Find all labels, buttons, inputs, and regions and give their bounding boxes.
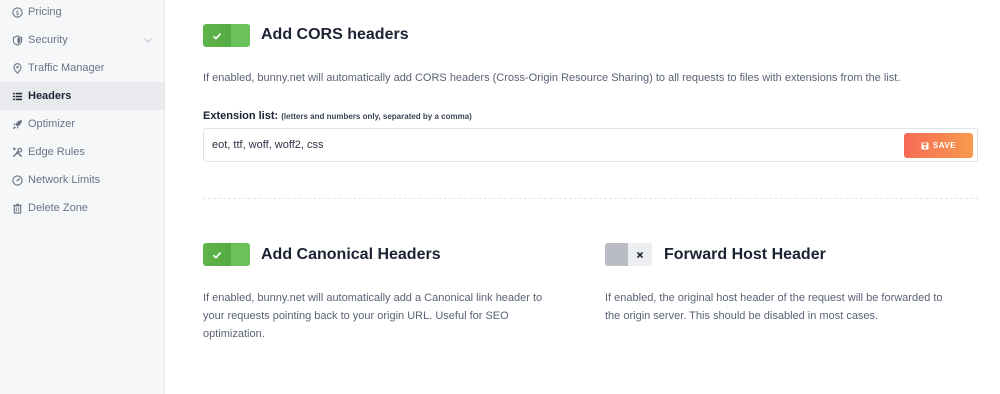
checkmark-icon [203, 243, 231, 266]
sidebar-item-security[interactable]: Security [0, 26, 164, 54]
extension-list-input[interactable] [212, 129, 892, 161]
rocket-icon [11, 118, 23, 130]
forward-host-description-line: the origin server. This should be disabl… [605, 310, 879, 322]
tools-icon [11, 146, 23, 158]
forward-host-description-line: If enabled, the original host header of … [605, 292, 943, 304]
chevron-down-icon[interactable] [143, 35, 153, 45]
list-icon [11, 90, 23, 102]
sidebar-item-label: Pricing [28, 6, 62, 18]
section-divider [203, 198, 978, 199]
sidebar-item-label: Headers [28, 90, 72, 102]
cors-description: If enabled, bunny.net will automatically… [203, 72, 901, 84]
sidebar-item-optimizer[interactable]: Optimizer [0, 110, 164, 138]
canonical-description-line: If enabled, bunny.net will automatically… [203, 292, 543, 304]
sidebar-item-label: Traffic Manager [28, 62, 105, 74]
gauge-icon [11, 174, 23, 186]
cors-toggle[interactable] [203, 24, 250, 47]
sidebar-item-label: Optimizer [28, 118, 76, 130]
sidebar: $ Pricing Security Traffic Manager Heade… [0, 0, 165, 394]
forward-host-description: If enabled, the original host header of … [605, 289, 985, 325]
canonical-description: If enabled, bunny.net will automatically… [203, 289, 583, 343]
map-pin-icon [11, 62, 23, 74]
canonical-description-line: your requests pointing back to your orig… [203, 310, 509, 322]
checkmark-icon [203, 24, 231, 47]
sidebar-item-label: Delete Zone [28, 202, 88, 214]
extension-hint: (letters and numbers only, separated by … [281, 112, 472, 121]
save-button[interactable]: SAVE [904, 133, 973, 158]
sidebar-item-delete-zone[interactable]: Delete Zone [0, 194, 164, 222]
floppy-disk-icon [921, 142, 929, 150]
sidebar-item-headers[interactable]: Headers [0, 82, 164, 110]
shield-icon [11, 34, 23, 46]
forward-host-toggle[interactable] [605, 243, 652, 266]
save-button-label: SAVE [932, 141, 957, 150]
sidebar-item-label: Edge Rules [28, 146, 85, 158]
sidebar-item-edge-rules[interactable]: Edge Rules [0, 138, 164, 166]
cors-title: Add CORS headers [261, 26, 409, 43]
close-icon [628, 243, 652, 266]
trash-icon [11, 202, 23, 214]
forward-host-title: Forward Host Header [664, 246, 826, 263]
dollar-icon: $ [11, 6, 23, 18]
extension-list-field: SAVE [203, 128, 978, 162]
sidebar-item-pricing[interactable]: $ Pricing [0, 0, 164, 26]
svg-text:$: $ [15, 8, 19, 16]
extension-label-text: Extension list: [203, 110, 279, 122]
sidebar-item-label: Network Limits [28, 174, 101, 186]
sidebar-item-network-limits[interactable]: Network Limits [0, 166, 164, 194]
extension-list-label: Extension list: (letters and numbers onl… [203, 110, 472, 122]
canonical-toggle[interactable] [203, 243, 250, 266]
canonical-title: Add Canonical Headers [261, 246, 441, 263]
sidebar-item-label: Security [28, 34, 68, 46]
sidebar-item-traffic-manager[interactable]: Traffic Manager [0, 54, 164, 82]
canonical-description-line: optimization. [203, 328, 265, 340]
